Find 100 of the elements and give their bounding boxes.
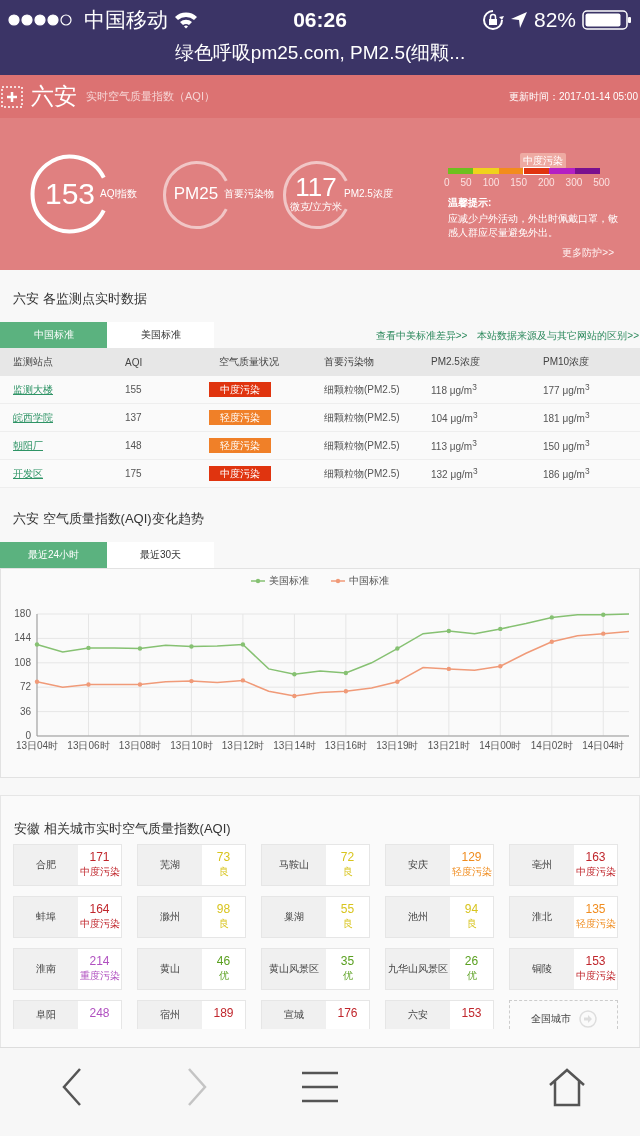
legend-line-icon [250, 578, 266, 584]
tab[interactable]: 美国标准 [107, 322, 214, 348]
city-card[interactable]: 六安 153 [385, 1000, 494, 1029]
legend-label: 中国标准 [349, 575, 389, 586]
city-card[interactable]: 亳州 163 中度污染 [509, 844, 618, 886]
table-cell-text: 137 [125, 412, 143, 423]
table-cell-text: 细颗粒物(PM2.5) [324, 466, 401, 481]
aqi-value: 164 [89, 902, 110, 916]
aqi-level: 良 [218, 865, 229, 879]
aqi-level: 重度污染 [79, 969, 120, 983]
station-link[interactable]: 皖西学院 [13, 410, 125, 425]
city-name: 宿州 [138, 1001, 202, 1029]
city-name: 六安 [31, 82, 77, 111]
city-name: 阜阳 [14, 1001, 78, 1029]
city-card[interactable]: 黄山 46 优 [137, 948, 246, 990]
data-point [292, 693, 297, 699]
aqi-value: 129 [461, 850, 482, 864]
axis-label: 13日16时 [324, 740, 367, 751]
axis-label: 13日06时 [67, 740, 110, 751]
legend-label: 美国标准 [269, 575, 309, 586]
axis-label: 180 [14, 608, 31, 619]
axis-label: 13日14时 [273, 740, 316, 751]
city-card[interactable]: 蚌埠 164 中度污染 [13, 896, 122, 938]
column-header: PM10浓度 [543, 355, 591, 369]
column-header: PM2.5浓度 [431, 355, 481, 369]
city-card[interactable]: 淮北 135 轻度污染 [509, 896, 618, 938]
carrier-name: 中国移动 [84, 7, 168, 33]
text-link[interactable]: 查看中美标准差异>> [375, 329, 468, 343]
table-cell-text: 175 [125, 468, 143, 479]
axis-label: 36 [19, 705, 31, 717]
aqi-value: 189 [213, 1006, 234, 1020]
city-name: 九华山风景区 [386, 949, 450, 989]
city-card[interactable]: 九华山风景区 26 优 [385, 948, 494, 990]
aqi-value: 248 [89, 1006, 110, 1020]
city-card[interactable]: 安庆 129 轻度污染 [385, 844, 494, 886]
station-link[interactable]: 开发区 [13, 466, 125, 481]
city-card[interactable]: 宣城 176 [261, 1000, 370, 1029]
city-card[interactable]: 淮南 214 重度污染 [13, 948, 122, 990]
data-point [34, 679, 40, 684]
city-name: 黄山风景区 [262, 949, 326, 989]
table-cell-text: 细颗粒物(PM2.5) [324, 438, 401, 453]
aqi-level: 良 [218, 917, 229, 931]
data-point [395, 646, 400, 651]
city-name: 马鞍山 [262, 845, 326, 885]
city-card[interactable]: 芜湖 73 良 [137, 844, 246, 886]
axis-label: 14日02时 [530, 740, 573, 751]
data-point [137, 682, 143, 687]
gauge-value: PM25 [173, 183, 219, 205]
aqi-value: 135 [585, 902, 606, 916]
aqi-level: 轻度污染 [575, 917, 616, 931]
aqi-value: 176 [337, 1006, 358, 1020]
city-card[interactable]: 巢湖 55 良 [261, 896, 370, 938]
city-card[interactable]: 宿州 189 [137, 1000, 246, 1029]
city-name: 六安 [386, 1001, 450, 1029]
data-point [86, 645, 91, 651]
table-cell-text: 148 [125, 440, 143, 451]
city-card[interactable]: 铜陵 153 中度污染 [509, 948, 618, 990]
axis-label: 144 [14, 632, 31, 644]
city-card[interactable]: 滁州 98 良 [137, 896, 246, 938]
axis-label: 13日10时 [170, 740, 213, 751]
city-card[interactable]: 合肥 171 中度污染 [13, 844, 122, 886]
table-cell-text: 132 μg/m$^{3}$ [431, 466, 479, 481]
section-title: 六安 各监测点实时数据 [12, 290, 148, 308]
station-link[interactable]: 监测大楼 [13, 382, 125, 397]
aqi-level: 良 [466, 917, 477, 931]
city-card[interactable]: 阜阳 248 [13, 1000, 122, 1029]
add-icon[interactable] [1, 85, 23, 108]
table-cell-text: 细颗粒物(PM2.5) [324, 382, 401, 397]
city-name: 蚌埠 [14, 897, 78, 937]
status-badge: 中度污染 [209, 382, 271, 397]
axis-label: 0 [25, 730, 31, 741]
data-point [343, 689, 349, 694]
city-card[interactable]: 黄山风景区 35 优 [261, 948, 370, 990]
aqi-level: 良 [342, 865, 353, 879]
city-card[interactable]: 池州 94 良 [385, 896, 494, 938]
axis-label: 13日12时 [221, 740, 265, 751]
all-cities-button[interactable]: 全国城市 [509, 1000, 618, 1029]
scale-tick: 200 [537, 177, 555, 188]
tab[interactable]: 最近30天 [107, 542, 214, 568]
data-point [446, 628, 452, 634]
city-name: 安庆 [386, 845, 450, 885]
gauge-label: PM2.5浓度 [344, 187, 393, 201]
scale-tick: 500 [593, 177, 610, 188]
gauge-label: 首要污染物 [224, 187, 274, 201]
table-cell-text: 118 μg/m$^{3}$ [431, 382, 478, 397]
aqi-value: 26 [464, 954, 479, 968]
aqi-value: 153 [585, 954, 606, 968]
aqi-level: 中度污染 [575, 969, 616, 983]
status-badge: 轻度污染 [209, 410, 271, 425]
table-cell-text: 155 [125, 384, 143, 395]
level-marker: 中度污染 [520, 153, 566, 169]
text-link[interactable]: 本站数据来源及与其它网站的区别>> [477, 329, 639, 343]
data-point [601, 631, 606, 636]
city-name: 池州 [386, 897, 450, 937]
aqi-level: 优 [342, 969, 353, 983]
city-name: 黄山 [138, 949, 202, 989]
station-link[interactable]: 朝阳厂 [13, 438, 125, 453]
signal-icon [8, 14, 74, 26]
data-point [189, 678, 194, 684]
city-card[interactable]: 马鞍山 72 良 [261, 844, 370, 886]
